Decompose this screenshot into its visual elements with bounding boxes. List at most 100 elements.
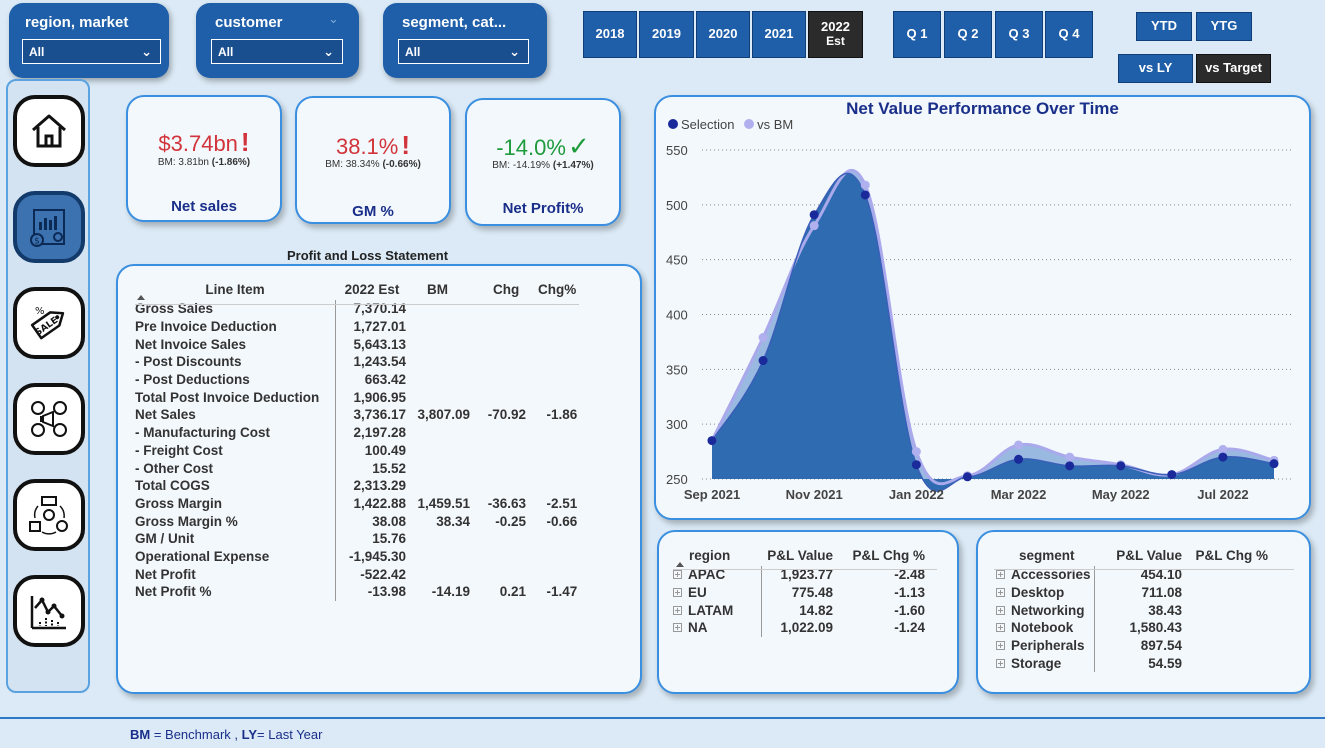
column-header-pl-value[interactable]: P&L Value [1094,544,1182,566]
nav-marketing-button[interactable] [13,383,85,455]
column-header-pl-chg[interactable]: P&L Chg % [1182,544,1268,566]
region-row[interactable]: EU 775.48 -1.13 [671,583,925,602]
expand-plus-icon[interactable] [996,605,1005,615]
pl-row[interactable]: - Post Deductions 663.42 [135,370,579,389]
expand-plus-icon[interactable] [673,605,682,615]
y-tick-label: 350 [666,362,688,377]
column-header-region[interactable]: region [671,544,761,566]
y-tick-label: 400 [666,308,688,323]
expand-plus-icon[interactable] [996,588,1005,598]
expand-plus-icon[interactable] [996,641,1005,651]
expand-plus-icon[interactable] [673,588,682,598]
pl-cell [409,477,473,495]
column-header-line-item[interactable]: Line Item [135,278,335,300]
nav-sales-button[interactable]: SALE % [13,287,85,359]
column-header-pl-value[interactable]: P&L Value [761,544,833,566]
vs-ly-button[interactable]: vs LY [1118,54,1193,83]
segment-category-dropdown[interactable]: All ⌄ [398,39,529,64]
expand-plus-icon[interactable] [673,623,682,633]
ytg-button[interactable]: YTG [1196,12,1252,41]
pl-row[interactable]: Gross Margin 1,422.88 1,459.51 -36.63 -2.51 [135,494,579,513]
pl-cell: -1.86 [546,407,578,423]
year-button-2021[interactable]: 2021 [752,11,806,58]
segment-row[interactable]: Desktop 711.08 [994,583,1268,602]
pl-cell: 1,459.51 [417,495,470,511]
customer-dropdown[interactable]: All ⌄ [211,39,343,64]
vs-target-button[interactable]: vs Target [1196,54,1271,83]
pl-cell: 38.08 [372,513,406,529]
pl-row[interactable]: Net Sales 3,736.17 3,807.09 -70.92 -1.86 [135,406,579,424]
pl-line-item: Net Profit [135,565,336,583]
region-row-label: NA [688,620,708,636]
expand-plus-icon[interactable] [996,623,1005,633]
region-market-dropdown[interactable]: All ⌄ [22,39,161,64]
year-button-2022-est[interactable]: 2022 Est [808,11,863,58]
region-row-value: -1.13 [894,585,925,601]
year-button-2018[interactable]: 2018 [583,11,637,58]
pl-row[interactable]: Pre Invoice Deduction 1,727.01 [135,317,579,336]
nav-supply-chain-button[interactable] [13,479,85,551]
expand-plus-icon[interactable] [673,570,682,580]
pl-row[interactable]: Gross Margin % 38.08 38.34 -0.25 -0.66 [135,512,579,530]
pl-row[interactable]: Operational Expense -1,945.30 [135,547,579,566]
pl-row[interactable]: Net Profit % -13.98 -14.19 0.21 -1.47 [135,583,579,601]
pl-row[interactable]: - Manufacturing Cost 2,197.28 [135,423,579,442]
footer-bm: BM [130,727,151,742]
pl-row[interactable]: - Post Discounts 1,243.54 [135,353,579,371]
quarter-button-q1[interactable]: Q 1 [893,11,941,58]
pl-cell [529,565,579,583]
column-header-chg-percent[interactable]: Chg% [529,278,579,300]
region-row[interactable]: LATAM 14.82 -1.60 [671,601,925,620]
year-button-2019[interactable]: 2019 [639,11,694,58]
pl-cell: 0.21 [499,584,526,600]
segment-row[interactable]: Networking 38.43 [994,601,1268,620]
pl-row[interactable]: Net Profit -522.42 [135,565,579,583]
pl-row[interactable]: - Freight Cost 100.49 [135,441,579,460]
segment-row-label: Peripherals [1011,638,1085,654]
column-header-segment[interactable]: segment [994,544,1094,566]
expand-plus-icon[interactable] [996,570,1005,580]
expand-plus-icon[interactable] [996,658,1005,668]
selection-point [809,210,819,220]
chart-panel: Net Value Performance Over Time Selectio… [654,95,1311,520]
quarter-button-q3[interactable]: Q 3 [995,11,1043,58]
pl-row[interactable]: Gross Sales 7,370.14 [135,300,579,318]
kpi-benchmark: BM: -14.19% (+1.47%) [467,160,619,171]
pl-cell: -0.25 [495,513,526,529]
quarter-button-q4[interactable]: Q 4 [1045,11,1093,58]
column-header-chg[interactable]: Chg [473,278,529,300]
pl-cell [409,388,473,406]
quarter-button-q2[interactable]: Q 2 [944,11,992,58]
segment-row[interactable]: Notebook 1,580.43 [994,619,1268,637]
pl-cell: 663.42 [364,372,406,388]
chevron-down-icon: ⌄ [141,44,152,59]
pl-row[interactable]: - Other Cost 15.52 [135,459,579,477]
segment-row-label: Desktop [1011,585,1065,601]
pl-row[interactable]: Total COGS 2,313.29 [135,476,579,495]
column-header-2022-est[interactable]: 2022 Est [335,278,409,300]
nav-home-button[interactable] [13,95,85,167]
pl-header-row: Line Item 2022 Est BM Chg Chg% [135,278,579,300]
pl-line-item: Net Invoice Sales [135,335,336,354]
pl-row[interactable]: Total Post Invoice Deduction 1,906.95 [135,388,579,407]
segment-row[interactable]: Storage 54.59 [994,654,1268,673]
col-label: BM [427,281,448,297]
y-tick-label: 250 [666,472,688,487]
pl-cell [409,371,473,389]
nav-executive-button[interactable] [13,575,85,647]
column-header-pl-chg[interactable]: P&L Chg % [833,544,925,566]
segment-row[interactable]: Peripherals 897.54 [994,636,1268,655]
region-row[interactable]: NA 1,022.09 -1.24 [671,619,925,637]
ytd-button[interactable]: YTD [1136,12,1192,41]
segment-row-label-cell: Storage [994,654,1095,673]
year-button-2020[interactable]: 2020 [696,11,750,58]
x-tick-label: May 2022 [1092,487,1150,502]
nav-finance-button[interactable]: $ [13,191,85,263]
pl-row[interactable]: Net Invoice Sales 5,643.13 [135,335,579,354]
segment-row-value [1182,619,1268,637]
pl-row[interactable]: GM / Unit 15.76 [135,529,579,548]
column-header-bm[interactable]: BM [409,278,473,300]
finance-report-icon: $ [30,209,65,247]
footer-bm-text: = Benchmark , [150,727,242,742]
pl-cell: 38.34 [436,513,470,529]
